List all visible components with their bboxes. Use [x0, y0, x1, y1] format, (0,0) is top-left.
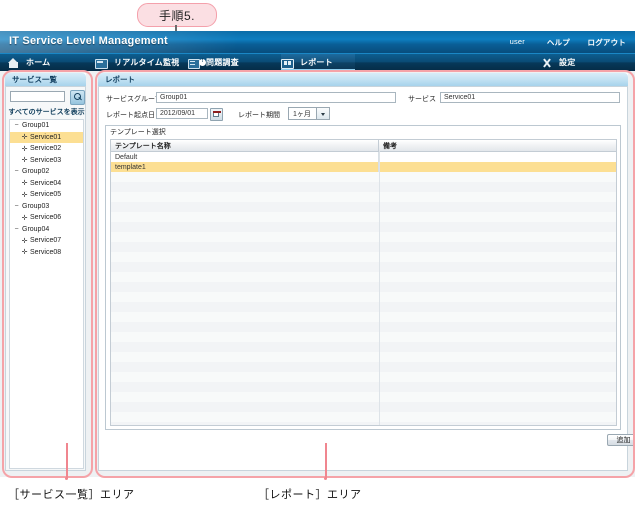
alert-badge: ! [199, 58, 206, 66]
main-menu-bar: ホーム リアルタイム監視 ! 問題調査 レポート 設定 [0, 53, 635, 71]
menu-item-report-label: レポート [300, 58, 333, 67]
menu-item-settings[interactable]: 設定 [541, 54, 625, 71]
app-title: IT Service Level Management [9, 35, 168, 47]
menu-item-realtime-label: リアルタイム監視 [114, 58, 180, 67]
service-list-area-outline [2, 70, 93, 478]
service-list-annotation-label: ［サービス一覧］エリア [8, 489, 135, 501]
menu-item-realtime-monitoring[interactable]: リアルタイム監視 [95, 54, 183, 71]
report-annotation-line [325, 443, 327, 479]
menu-item-problem-investigation[interactable]: ! 問題調査 [188, 54, 276, 71]
menu-item-home[interactable]: ホーム [8, 54, 93, 71]
step-callout-label: 手順5. [158, 8, 195, 23]
service-list-annotation-line [66, 443, 68, 479]
report-area-outline [95, 70, 635, 478]
report-annotation-dot [323, 477, 327, 480]
menu-item-settings-label: 設定 [559, 58, 576, 67]
title-bar: IT Service Level Management user ヘルプ ログア… [0, 31, 635, 53]
report-annotation-label: ［レポート］エリア [258, 489, 362, 501]
menu-item-problem-label: 問題調査 [206, 58, 239, 67]
report-icon [281, 58, 294, 69]
logout-link[interactable]: ログアウト [588, 37, 627, 48]
step-callout: 手順5. [137, 3, 217, 27]
home-icon [8, 57, 20, 68]
menu-item-home-label: ホーム [26, 58, 51, 67]
help-link[interactable]: ヘルプ [547, 37, 570, 48]
menu-item-report[interactable]: レポート [281, 54, 355, 71]
current-user-label: user [509, 37, 525, 46]
tools-icon [541, 58, 553, 68]
application-window: IT Service Level Management user ヘルプ ログア… [0, 31, 635, 478]
problem-doc-icon: ! [188, 58, 206, 69]
monitor-icon [95, 58, 108, 69]
service-list-annotation-dot [64, 477, 68, 480]
